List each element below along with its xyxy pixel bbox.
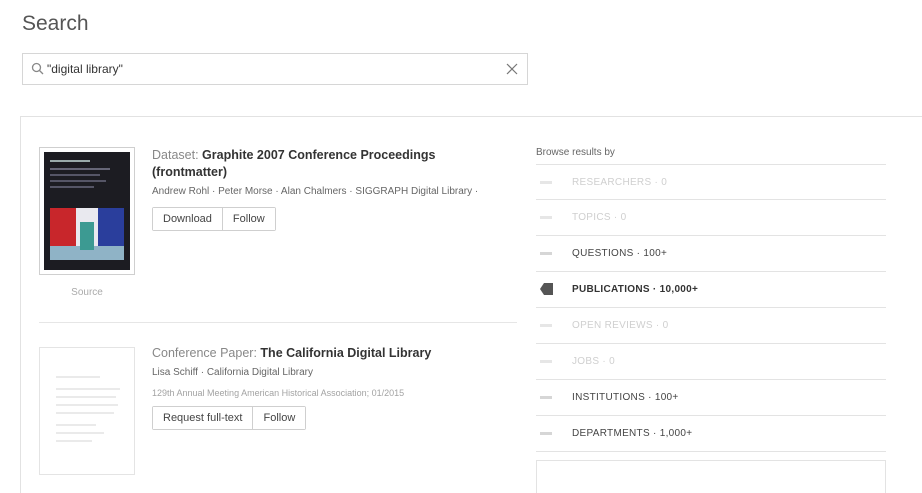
browse-item-jobs[interactable]: JOBS · 0 xyxy=(536,344,886,380)
cover-image xyxy=(44,152,130,270)
search-result: Source Dataset: Graphite 2007 Conference… xyxy=(39,147,517,323)
clear-search-icon[interactable] xyxy=(503,60,521,78)
thumbnail-source-label[interactable]: Source xyxy=(39,287,135,298)
browse-item-questions[interactable]: QUESTIONS · 100+ xyxy=(536,236,886,272)
result-thumbnail[interactable] xyxy=(39,147,135,275)
browse-item-label: PUBLICATIONS · 10,000+ xyxy=(572,284,699,295)
follow-button[interactable]: Follow xyxy=(252,407,306,429)
publications-tag-icon xyxy=(540,283,553,295)
result-title-text[interactable]: The California Digital Library xyxy=(260,346,431,360)
researchers-icon xyxy=(540,181,552,184)
institutions-icon xyxy=(540,396,552,399)
open-reviews-icon xyxy=(540,324,552,327)
browse-item-label: QUESTIONS · 100+ xyxy=(572,248,668,259)
questions-icon xyxy=(540,252,552,255)
browse-title: Browse results by xyxy=(536,147,615,158)
browse-item-institutions[interactable]: INSTITUTIONS · 100+ xyxy=(536,380,886,416)
browse-item-researchers[interactable]: RESEARCHERS · 0 xyxy=(536,164,886,200)
browse-item-label: INSTITUTIONS · 100+ xyxy=(572,392,679,403)
browse-item-label: DEPARTMENTS · 1,000+ xyxy=(572,428,693,439)
result-venue: 129th Annual Meeting American Historical… xyxy=(152,388,405,398)
browse-item-topics[interactable]: TOPICS · 0 xyxy=(536,200,886,236)
browse-item-publications[interactable]: PUBLICATIONS · 10,000+ xyxy=(536,272,886,308)
browse-item-label: TOPICS · 0 xyxy=(572,212,627,223)
result-title[interactable]: Dataset: Graphite 2007 Conference Procee… xyxy=(152,147,512,181)
browse-item-label: RESEARCHERS · 0 xyxy=(572,176,668,188)
results-panel: Source Dataset: Graphite 2007 Conference… xyxy=(20,116,922,493)
result-body: Dataset: Graphite 2007 Conference Procee… xyxy=(152,147,512,231)
browse-item-open-reviews[interactable]: OPEN REVIEWS · 0 xyxy=(536,308,886,344)
jobs-icon xyxy=(540,360,552,363)
result-thumbnail[interactable] xyxy=(39,347,135,475)
browse-item-label: OPEN REVIEWS · 0 xyxy=(572,320,669,331)
result-type: Dataset: xyxy=(152,148,199,162)
page-title: Search xyxy=(22,12,89,35)
topics-icon xyxy=(540,216,552,219)
browse-panel: Browse results by RESEARCHERS · 0 TOPICS… xyxy=(536,147,886,493)
result-type: Conference Paper: xyxy=(152,346,257,360)
search-result: Conference Paper: The California Digital… xyxy=(39,345,517,493)
browse-item-departments[interactable]: DEPARTMENTS · 1,000+ xyxy=(536,416,886,452)
result-body: Conference Paper: The California Digital… xyxy=(152,345,512,430)
browse-item-label: JOBS · 0 xyxy=(572,356,615,367)
search-icon xyxy=(31,62,44,75)
browse-filter-box xyxy=(536,460,886,493)
departments-icon xyxy=(540,432,552,435)
search-input[interactable] xyxy=(47,59,487,79)
search-box xyxy=(22,53,528,85)
result-authors[interactable]: Andrew Rohl · Peter Morse · Alan Chalmer… xyxy=(152,185,512,199)
download-button[interactable]: Download xyxy=(153,208,222,230)
request-full-text-button[interactable]: Request full-text xyxy=(153,407,253,429)
result-actions: Request full-text Follow xyxy=(152,406,307,430)
result-actions: Download Follow xyxy=(152,207,276,231)
follow-button[interactable]: Follow xyxy=(221,208,275,230)
result-authors[interactable]: Lisa Schiff · California Digital Library xyxy=(152,366,512,380)
result-title[interactable]: Conference Paper: The California Digital… xyxy=(152,345,512,362)
